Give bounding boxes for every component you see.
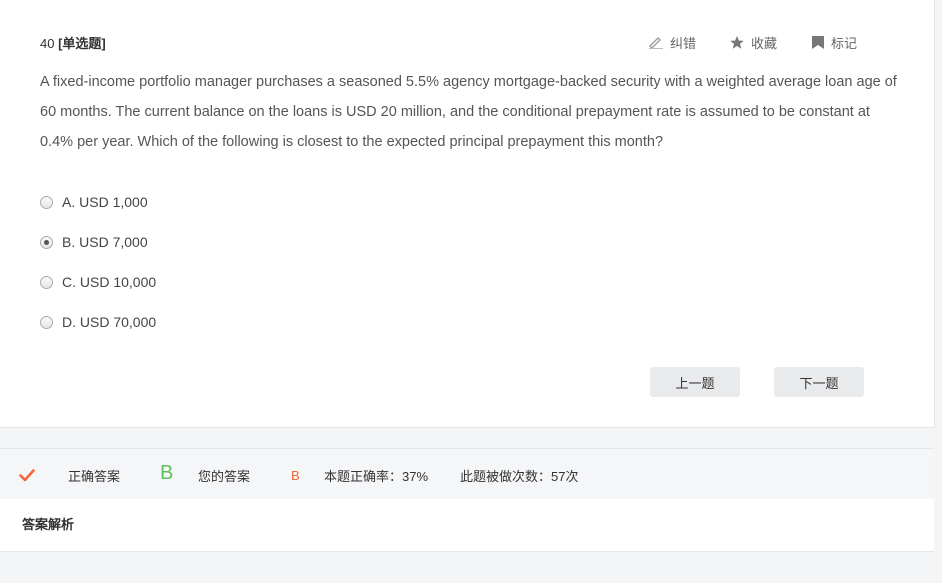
favorite-label: 收藏 xyxy=(751,35,778,51)
radio-c[interactable] xyxy=(40,275,53,289)
question-header: 40 [单选题] xyxy=(40,33,106,52)
question-card: 40 [单选题] 纠错 收藏 标记 A fixed-income portfol… xyxy=(0,0,935,428)
favorite-button[interactable]: 收藏 xyxy=(729,33,777,51)
report-error-button[interactable]: 纠错 xyxy=(648,33,696,51)
option-a-label: A. USD 1,000 xyxy=(62,194,148,210)
mark-label: 标记 xyxy=(831,35,858,51)
question-number: 40 xyxy=(40,36,55,51)
option-d[interactable]: D. USD 70,000 xyxy=(40,312,156,332)
pencil-icon xyxy=(649,37,663,49)
your-answer-value: B xyxy=(291,468,300,483)
option-b[interactable]: B. USD 7,000 xyxy=(40,232,148,252)
radio-a[interactable] xyxy=(40,195,53,209)
option-a[interactable]: A. USD 1,000 xyxy=(40,192,148,212)
mark-button[interactable]: 标记 xyxy=(811,33,857,51)
option-d-label: D. USD 70,000 xyxy=(62,314,157,330)
question-text: A fixed-income portfolio manager purchas… xyxy=(40,74,897,150)
result-bar: 正确答案 B 您的答案 B 本题正确率：37% 此题被做次数：57次 xyxy=(0,448,934,500)
correct-answer-value: B xyxy=(160,462,174,484)
question-type: [单选题] xyxy=(58,36,106,51)
prev-question-button[interactable]: 上一题 xyxy=(650,367,740,397)
option-b-label: B. USD 7,000 xyxy=(62,234,148,250)
star-icon xyxy=(730,35,744,49)
bookmark-icon xyxy=(812,35,824,49)
option-c[interactable]: C. USD 10,000 xyxy=(40,272,156,292)
option-c-label: C. USD 10,000 xyxy=(62,274,157,290)
your-answer-label: 您的答案 xyxy=(198,469,251,484)
radio-b[interactable] xyxy=(40,235,53,249)
radio-d[interactable] xyxy=(40,315,53,329)
accuracy-rate: 本题正确率：37% xyxy=(324,469,429,484)
check-icon xyxy=(19,469,35,482)
attempt-count: 此题被做次数：57次 xyxy=(460,469,579,484)
correct-answer-label: 正确答案 xyxy=(68,469,121,484)
next-question-button[interactable]: 下一题 xyxy=(774,367,864,397)
report-error-label: 纠错 xyxy=(670,35,697,51)
answer-analysis-title: 答案解析 xyxy=(22,517,75,532)
answer-analysis-section: 答案解析 xyxy=(0,499,934,552)
